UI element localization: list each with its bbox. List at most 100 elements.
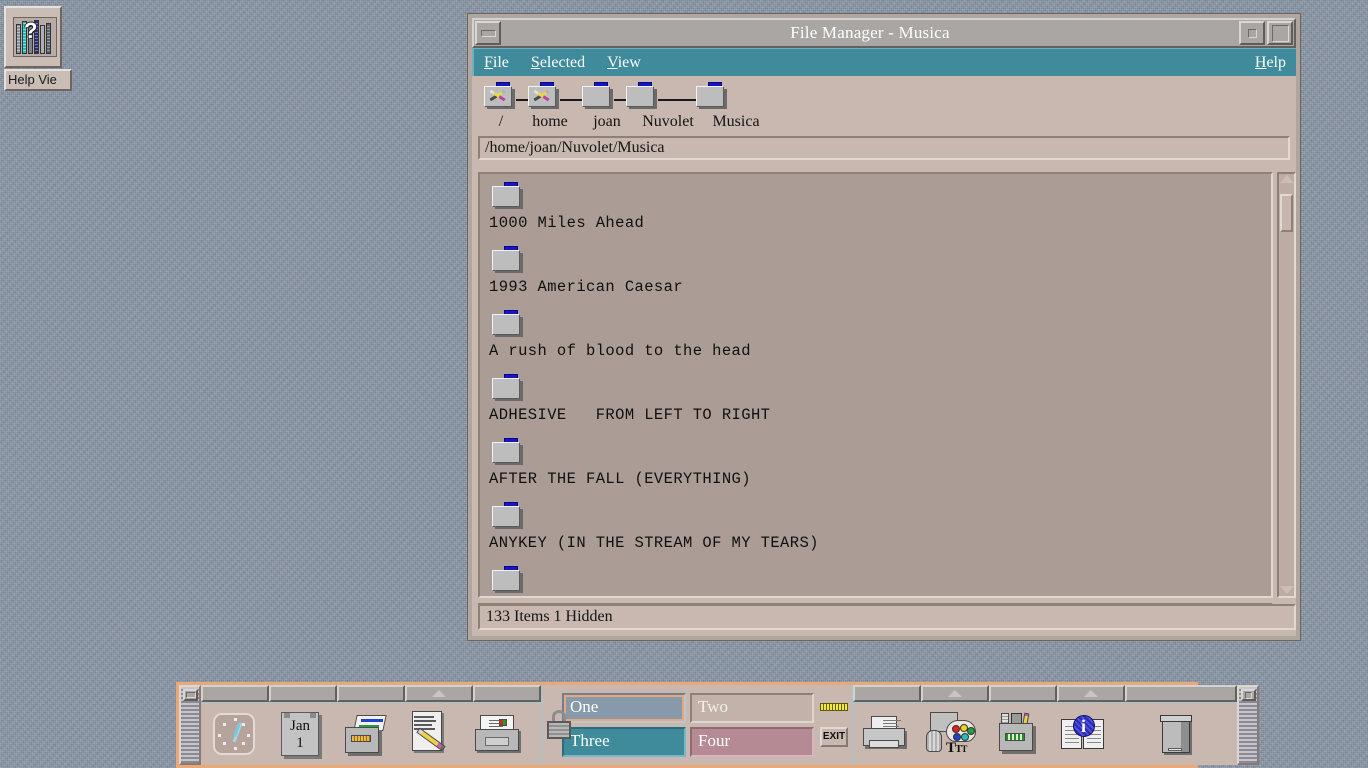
file-name: ANYKEY (IN THE STREAM OF MY TEARS) xyxy=(489,534,819,552)
window-titlebar[interactable]: File Manager - Musica xyxy=(472,18,1296,48)
exit-button[interactable]: EXIT xyxy=(820,727,848,747)
file-list-area: 1000 Miles Ahead 1993 American Caesar A … xyxy=(478,172,1296,622)
desktop-icon-help-viewer[interactable]: ? Help Vie xyxy=(4,6,72,91)
panel-switch-mailer[interactable] xyxy=(473,685,541,702)
chevron-up-icon xyxy=(432,690,446,697)
panel-launcher-printer[interactable] xyxy=(853,703,919,765)
panel-launcher-file-manager[interactable] xyxy=(333,703,399,765)
style-palette-icon: TTT xyxy=(926,712,978,756)
panel-launcher-application-manager[interactable] xyxy=(985,703,1051,765)
panel-switch-clock[interactable] xyxy=(201,685,269,702)
panel-switch-calendar[interactable] xyxy=(269,685,337,702)
printer-icon xyxy=(863,716,909,752)
menu-bar: File Selected View Help xyxy=(472,48,1296,76)
breadcrumb-folder-root[interactable] xyxy=(484,82,516,109)
panel-launcher-mailer[interactable] xyxy=(465,703,531,765)
file-list-pane[interactable]: 1000 Miles Ahead 1993 American Caesar A … xyxy=(478,172,1273,598)
panel-drag-handle-right[interactable] xyxy=(1237,685,1259,765)
breadcrumb-link xyxy=(560,99,582,101)
panel-minimize-button-right[interactable] xyxy=(1241,689,1256,701)
panel-launcher-text-editor[interactable] xyxy=(399,703,465,765)
file-manager-body: / home joan Nuvolet Musica /home/joan/Nu… xyxy=(472,76,1296,636)
menu-view[interactable]: View xyxy=(607,53,641,73)
file-manager-window: File Manager - Musica File Selected View… xyxy=(468,14,1300,640)
panel-switch-help[interactable] xyxy=(1057,685,1125,702)
workspace-button-four[interactable]: Four xyxy=(690,727,814,757)
panel-switch-trash[interactable] xyxy=(1125,685,1237,702)
panel-switch-appmanager[interactable] xyxy=(989,685,1057,702)
file-name: 1993 American Caesar xyxy=(489,278,684,296)
status-bar: 133 Items 1 Hidden xyxy=(478,604,1296,630)
minimize-button[interactable] xyxy=(1239,21,1265,45)
breadcrumb-link xyxy=(658,99,696,101)
calendar-day: 1 xyxy=(296,735,304,751)
window-menu-button[interactable] xyxy=(475,21,501,45)
folder-icon xyxy=(492,502,524,529)
desktop-icon-label: Help Vie xyxy=(4,69,72,91)
help-book-icon: i xyxy=(1061,715,1107,753)
panel-drag-handle-left[interactable] xyxy=(179,685,201,765)
scrollbar-vertical[interactable] xyxy=(1277,172,1296,598)
scroll-up-arrow[interactable] xyxy=(1279,175,1294,183)
maximize-button[interactable] xyxy=(1267,21,1293,45)
breadcrumb-label-home[interactable]: home xyxy=(518,113,582,131)
lock-icon[interactable] xyxy=(546,710,571,740)
panel-switch-filemanager[interactable] xyxy=(337,685,405,702)
file-name: AFTER THE FALL (EVERYTHING) xyxy=(489,470,751,488)
workspace-button-three[interactable]: Three xyxy=(562,727,686,757)
panel-launcher-help[interactable]: i xyxy=(1051,703,1117,765)
window-menu-icon xyxy=(480,29,496,37)
scrollbar-vertical-thumb[interactable] xyxy=(1280,194,1293,232)
menu-file[interactable]: File xyxy=(484,53,509,73)
maximize-icon xyxy=(1271,24,1289,42)
question-mark-glyph: ? xyxy=(24,18,38,43)
panel-switch-printer[interactable] xyxy=(853,685,921,702)
text-editor-pencil-icon xyxy=(410,711,454,757)
front-panel: Jan 1 One Two Three Four EXIT TTT i xyxy=(176,682,1259,768)
calendar-icon: Jan 1 xyxy=(281,712,319,756)
breadcrumb-label-root[interactable]: / xyxy=(484,113,518,131)
desktop-background: ? Help Vie File Manager - Musica File Se… xyxy=(0,0,1368,768)
folder-icon xyxy=(492,182,524,209)
panel-switch-texteditor[interactable] xyxy=(405,685,473,702)
calendar-month: Jan xyxy=(290,718,310,734)
breadcrumb-label-joan[interactable]: joan xyxy=(582,113,632,131)
menu-help[interactable]: Help xyxy=(1255,53,1286,73)
file-name: ADHESIVE FROM LEFT TO RIGHT xyxy=(489,406,771,424)
folder-icon xyxy=(492,246,524,273)
panel-minimize-button-left[interactable] xyxy=(183,689,198,701)
panel-launcher-style-manager[interactable]: TTT xyxy=(919,703,985,765)
breadcrumb-link xyxy=(516,99,528,101)
file-name: 1000 Miles Ahead xyxy=(489,214,645,232)
breadcrumb-link xyxy=(614,99,626,101)
mail-tray-icon xyxy=(475,715,521,753)
breadcrumb-icons xyxy=(480,82,1296,112)
menu-selected[interactable]: Selected xyxy=(531,53,585,73)
workspace-button-two[interactable]: Two xyxy=(690,693,814,723)
chevron-up-icon xyxy=(1084,690,1098,697)
application-drawer-icon xyxy=(995,712,1041,755)
folder-icon xyxy=(492,374,524,401)
panel-launcher-calendar[interactable]: Jan 1 xyxy=(267,703,333,765)
file-name: A rush of blood to the head xyxy=(489,342,751,360)
path-input[interactable]: /home/joan/Nuvolet/Musica xyxy=(478,136,1290,160)
minimize-icon xyxy=(1247,28,1257,38)
breadcrumb-folder-nuvolet[interactable] xyxy=(626,82,658,109)
panel-launcher-trash[interactable] xyxy=(1117,703,1237,765)
workspace-switcher: One Two Three Four xyxy=(562,693,814,757)
help-viewer-icon-box: ? xyxy=(4,6,62,68)
breadcrumb-label-musica[interactable]: Musica xyxy=(704,113,768,131)
breadcrumb-folder-joan[interactable] xyxy=(582,82,614,109)
breadcrumb-folder-musica[interactable] xyxy=(696,82,728,109)
folder-icon xyxy=(492,438,524,465)
trash-can-icon xyxy=(1160,713,1194,755)
workspace-button-one[interactable]: One xyxy=(562,693,686,723)
panel-switch-style[interactable] xyxy=(921,685,989,702)
breadcrumb-folder-home[interactable] xyxy=(528,82,560,109)
breadcrumb-label-nuvolet[interactable]: Nuvolet xyxy=(632,113,704,131)
clock-icon xyxy=(213,713,255,755)
breadcrumb-labels: / home joan Nuvolet Musica xyxy=(480,113,1296,131)
scroll-down-arrow[interactable] xyxy=(1279,586,1294,594)
busy-light-icon[interactable] xyxy=(820,703,848,711)
panel-launcher-clock[interactable] xyxy=(201,703,267,765)
